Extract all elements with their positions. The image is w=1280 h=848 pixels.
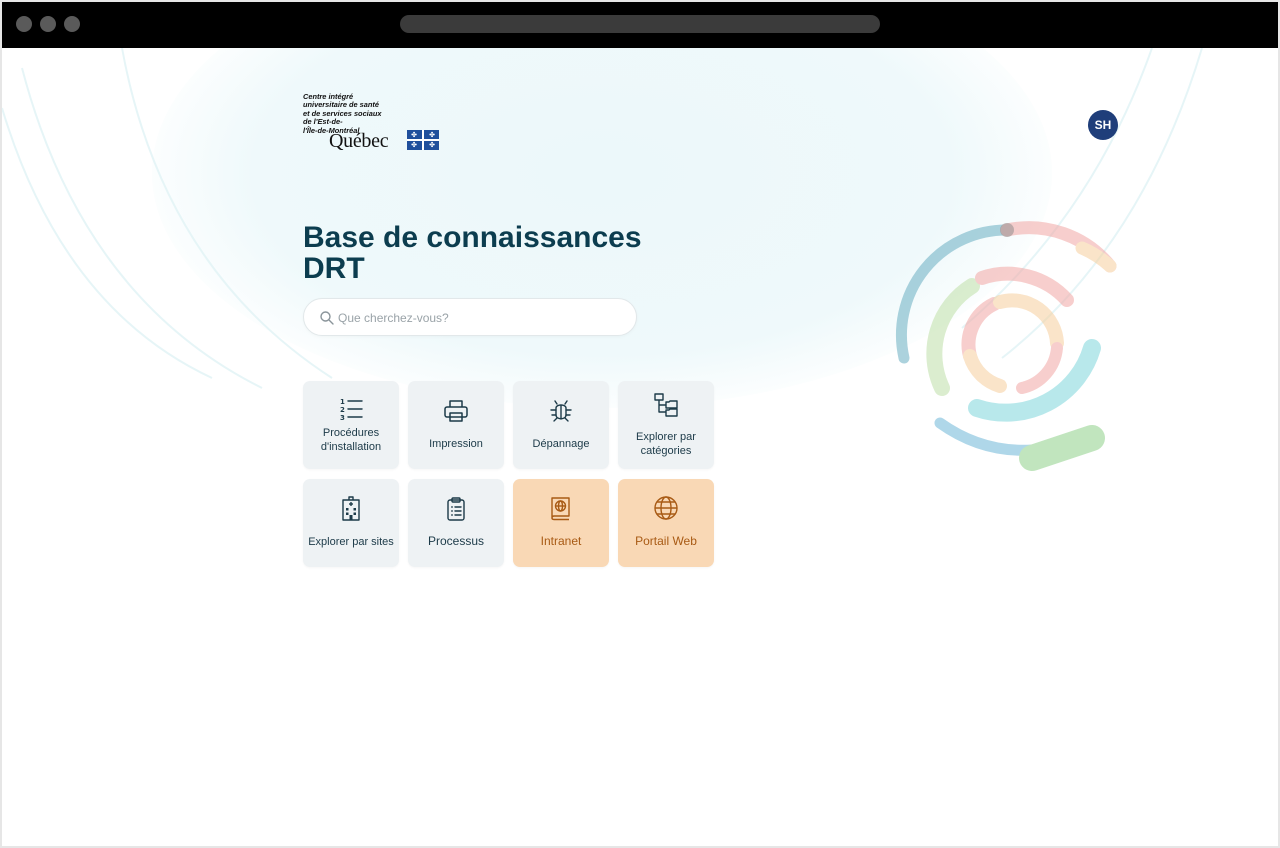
search-input[interactable]: [338, 307, 618, 329]
page-title-line-1: Base de connaissances: [303, 221, 642, 254]
folder-tree-icon: [654, 393, 678, 417]
tile-procedures-installation[interactable]: 123 Procédures d'installation: [303, 381, 399, 469]
svg-text:1: 1: [340, 398, 345, 406]
printer-icon: [444, 400, 468, 422]
window-minimize-dot[interactable]: [40, 16, 56, 32]
fleurdelise-flag-icon: ✤ ✤ ✤ ✤: [407, 130, 439, 150]
search-icon: [320, 311, 334, 325]
svg-text:2: 2: [340, 406, 345, 414]
page-content: Centre intégré universitaire de santé et…: [2, 48, 1278, 846]
tile-impression[interactable]: Impression: [408, 381, 504, 469]
user-avatar[interactable]: SH: [1088, 110, 1118, 140]
page-title-line-2: DRT: [303, 252, 365, 285]
book-globe-icon: [551, 497, 570, 521]
tile-label: Explorer par catégories: [636, 431, 696, 457]
browser-chrome: [2, 2, 1278, 48]
page-title: Base de connaissances DRT: [303, 222, 723, 284]
ciusss-quebec-logo[interactable]: Centre intégré universitaire de santé et…: [303, 92, 443, 155]
decorative-rings-graphic: [895, 221, 1117, 471]
logo-organization-name: Centre intégré universitaire de santé et…: [303, 92, 382, 135]
tile-label: Impression: [429, 438, 483, 450]
logo-quebec-wordmark: Québec: [329, 130, 389, 152]
building-icon: [342, 496, 360, 521]
search-box[interactable]: [303, 298, 637, 336]
clipboard-icon: [447, 497, 465, 521]
tile-label: Explorer par sites: [308, 536, 394, 548]
window-maximize-dot[interactable]: [64, 16, 80, 32]
numbered-list-icon: 123: [340, 398, 363, 422]
tile-label: Portail Web: [635, 534, 697, 548]
tile-label: Processus: [427, 534, 485, 548]
tile-label: Dépannage: [532, 438, 590, 450]
tile-intranet[interactable]: Intranet: [513, 479, 609, 567]
tile-processus[interactable]: Processus: [408, 479, 504, 567]
tile-label: Intranet: [540, 534, 582, 548]
url-bar[interactable]: [400, 15, 880, 33]
window-close-dot[interactable]: [16, 16, 32, 32]
svg-text:3: 3: [340, 414, 345, 422]
tile-explorer-categories[interactable]: Explorer par catégories: [618, 381, 714, 469]
globe-icon: [654, 496, 678, 520]
browser-window: Centre intégré universitaire de santé et…: [0, 0, 1280, 848]
tile-portail-web[interactable]: Portail Web: [618, 479, 714, 567]
tile-explorer-sites[interactable]: Explorer par sites: [303, 479, 399, 567]
tile-label: Procédures d'installation: [320, 427, 382, 453]
tile-depannage[interactable]: Dépannage: [513, 381, 609, 469]
bug-icon: [550, 400, 572, 422]
